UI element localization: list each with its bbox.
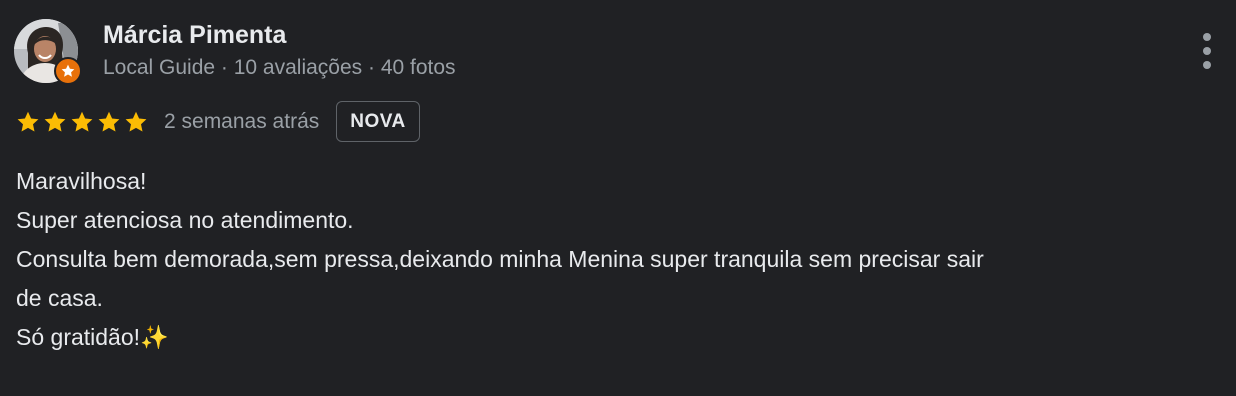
author-meta[interactable]: Local Guide · 10 avaliações · 40 fotos: [103, 55, 456, 81]
review-text-line: Consulta bem demorada,sem pressa,deixand…: [16, 246, 984, 272]
review-date: 2 semanas atrás: [164, 109, 320, 133]
more-vert-icon: [1203, 33, 1211, 69]
author-name[interactable]: Márcia Pimenta: [103, 20, 286, 50]
star-icon: [125, 111, 147, 131]
star-rating: [16, 110, 148, 134]
review-text: Maravilhosa! Super atenciosa no atendimen…: [16, 162, 1206, 357]
rating-row: 2 semanas atrás NOVA: [16, 100, 420, 143]
local-guide-star-icon: [54, 57, 82, 85]
review-text-line: Super atenciosa no atendimento.: [16, 207, 354, 233]
star-icon: [44, 111, 66, 131]
more-options-button[interactable]: [1192, 28, 1222, 74]
star-icon: [17, 111, 39, 131]
review-text-line: Maravilhosa!: [16, 168, 147, 194]
review-text-line: Só gratidão!✨: [16, 324, 169, 350]
author-avatar[interactable]: [14, 19, 82, 85]
review-text-line: de casa.: [16, 285, 103, 311]
star-icon: [98, 111, 120, 131]
star-icon: [71, 111, 93, 131]
new-badge: NOVA: [336, 101, 420, 142]
review-card: Márcia Pimenta Local Guide · 10 avaliaçõ…: [0, 0, 1236, 396]
